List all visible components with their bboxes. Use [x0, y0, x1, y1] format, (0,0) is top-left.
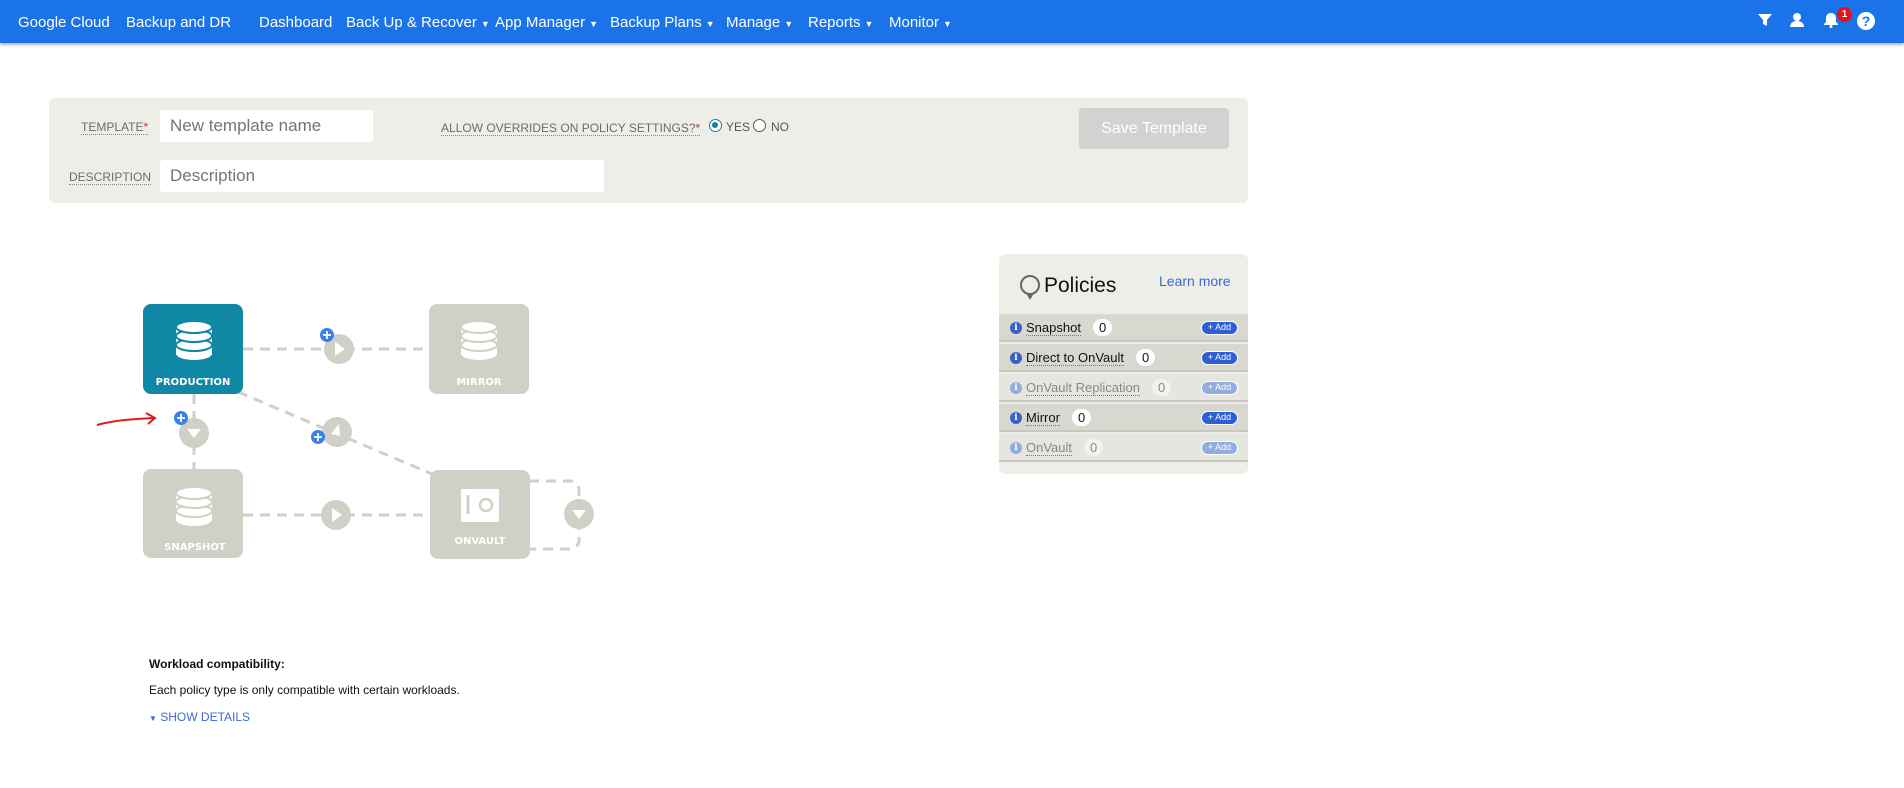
policy-name-text: Direct to OnVault [1026, 350, 1125, 365]
nav-label: Monitor [889, 14, 940, 31]
policy-count: 0 [1093, 319, 1113, 336]
mirror-label: MIRROR [456, 377, 502, 388]
overrides-yes-radio[interactable] [709, 119, 722, 132]
no-label: NO [771, 120, 789, 134]
production-label: PRODUCTION [156, 377, 231, 388]
snapshot-to-onvault-arrow-button[interactable] [321, 500, 351, 530]
policy-name[interactable]: OnVault [1026, 440, 1073, 456]
production-node[interactable]: PRODUCTION [143, 304, 243, 394]
show-details-link[interactable]: ▼ SHOW DETAILS [149, 710, 250, 724]
onvault-node[interactable]: ONVAULT [430, 470, 530, 559]
add-direct-to-onvault-button[interactable]: + Add [1201, 351, 1238, 365]
policy-name[interactable]: Snapshot [1026, 320, 1081, 336]
database-icon [175, 486, 213, 528]
chevron-down-icon: ▼ [943, 19, 952, 29]
policy-row-onvault: i OnVault 0 + Add [999, 434, 1248, 462]
info-icon[interactable]: i [1010, 382, 1022, 394]
info-icon[interactable]: i [1010, 442, 1022, 454]
policy-name-text: Snapshot [1026, 320, 1081, 335]
nav-reports[interactable]: Reports ▼ [808, 14, 873, 31]
pin-icon [1020, 275, 1040, 300]
policy-row-direct-to-onvault: i Direct to OnVault 0 + Add [999, 344, 1248, 372]
policy-count: 0 [1136, 349, 1156, 366]
info-icon[interactable]: i [1010, 352, 1022, 364]
nav-label: Reports [808, 14, 861, 31]
policy-name-text: OnVault [1026, 440, 1073, 455]
chevron-down-icon: ▼ [784, 19, 794, 29]
policy-count: 0 [1152, 379, 1172, 396]
policy-diagram: PRODUCTION MIRROR SNAPSHOT ONVAULT [96, 304, 594, 559]
snapshot-node[interactable]: SNAPSHOT [143, 469, 243, 558]
policy-count: 0 [1084, 439, 1104, 456]
policy-name-text: Mirror [1026, 410, 1060, 425]
snapshot-label: SNAPSHOT [164, 542, 226, 553]
policy-name[interactable]: OnVault Replication [1026, 380, 1140, 396]
onvault-diagonal-arrow-button[interactable] [322, 417, 352, 447]
policy-row-onvault-replication: i OnVault Replication 0 + Add [999, 374, 1248, 402]
chevron-down-icon: ▼ [705, 19, 715, 29]
add-snapshot-plus-icon[interactable] [174, 411, 188, 425]
policy-row-mirror: i Mirror 0 + Add [999, 404, 1248, 432]
info-icon[interactable]: i [1010, 322, 1022, 334]
nav-label: Manage [726, 14, 781, 31]
add-onvault-plus-icon[interactable] [311, 430, 325, 444]
save-template-button[interactable]: Save Template [1079, 108, 1229, 149]
chevron-down-icon: ▼ [149, 714, 157, 723]
show-details-label: SHOW DETAILS [160, 710, 251, 724]
add-onvault-replication-button[interactable]: + Add [1201, 381, 1238, 395]
onvault-label: ONVAULT [454, 536, 505, 547]
notification-badge: 1 [1837, 7, 1852, 22]
policy-name-text: OnVault Replication [1026, 380, 1140, 395]
filter-icon[interactable] [1756, 12, 1774, 30]
info-icon[interactable]: i [1010, 412, 1022, 424]
annotation-arrow-icon [96, 412, 157, 426]
add-snapshot-button[interactable]: + Add [1201, 321, 1238, 335]
onvault-replication-arrow-button[interactable] [564, 499, 594, 529]
help-icon[interactable]: ? [1857, 12, 1875, 30]
chevron-down-icon: ▼ [864, 19, 874, 29]
database-icon [460, 320, 498, 362]
overrides-no-radio[interactable] [753, 119, 766, 132]
workload-title: Workload compatibility: [149, 657, 285, 671]
add-mirror-plus-icon[interactable] [320, 328, 334, 342]
add-onvault-button[interactable]: + Add [1201, 441, 1238, 455]
vault-icon [461, 489, 499, 522]
nav-manage[interactable]: Manage ▼ [726, 14, 793, 31]
policy-name[interactable]: Direct to OnVault [1026, 350, 1125, 366]
learn-more-link[interactable]: Learn more [1159, 273, 1231, 289]
policies-panel: Policies Learn more i Snapshot 0 + Add i Dir… [999, 254, 1248, 474]
nav-monitor[interactable]: Monitor ▼ [889, 14, 952, 31]
policies-title: Policies [1044, 274, 1117, 297]
add-mirror-button[interactable]: + Add [1201, 411, 1238, 425]
mirror-node[interactable]: MIRROR [429, 304, 529, 394]
workload-body: Each policy type is only compatible with… [149, 683, 460, 697]
policy-row-snapshot: i Snapshot 0 + Add [999, 314, 1248, 342]
user-icon[interactable] [1788, 12, 1806, 30]
policy-name[interactable]: Mirror [1026, 410, 1060, 426]
policy-count: 0 [1072, 409, 1092, 426]
database-icon [175, 320, 213, 362]
yes-label: YES [726, 120, 751, 134]
